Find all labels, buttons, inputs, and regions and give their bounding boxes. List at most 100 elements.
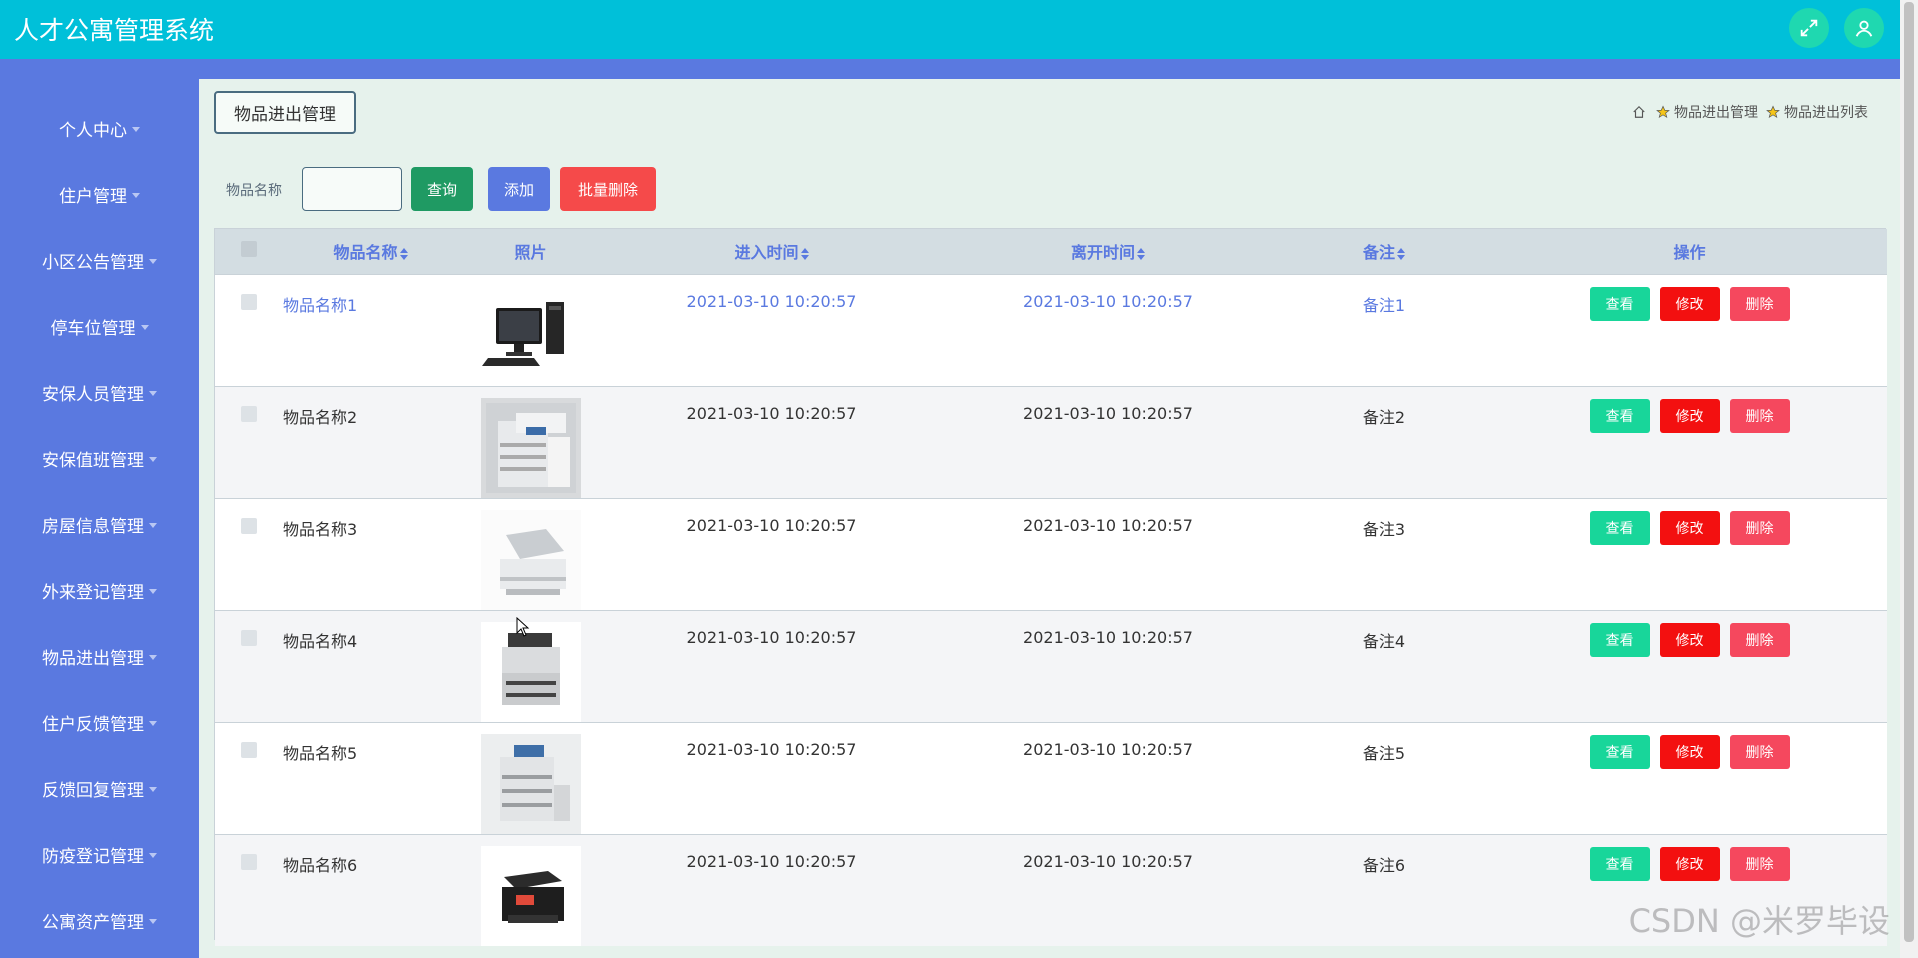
chevron-down-icon (140, 324, 149, 330)
sidebar-item-security-staff[interactable]: 安保人员管理 (0, 372, 199, 412)
query-button[interactable]: 查询 (411, 167, 473, 211)
sidebar-item-visitors[interactable]: 外来登记管理 (0, 570, 199, 610)
item-photo (480, 509, 581, 610)
chevron-down-icon (149, 654, 157, 660)
sidebar-item-label: 小区公告管理 (42, 252, 144, 273)
view-button[interactable]: 查看 (1589, 286, 1650, 321)
chevron-down-icon (149, 852, 157, 858)
sidebar-item-epidemic[interactable]: 防疫登记管理 (0, 834, 199, 874)
delete-button[interactable]: 删除 (1729, 286, 1790, 321)
leave-time: 2021-03-10 10:20:57 (1023, 739, 1193, 759)
sidebar-item-feedback[interactable]: 住户反馈管理 (0, 702, 199, 742)
edit-button[interactable]: 修改 (1659, 286, 1720, 321)
edit-button[interactable]: 修改 (1659, 734, 1720, 769)
breadcrumb-item: 物品进出列表 (1784, 105, 1868, 121)
sort-icon (1397, 247, 1405, 260)
add-button[interactable]: 添加 (488, 167, 550, 211)
row-checkbox[interactable] (241, 629, 257, 646)
row-checkbox[interactable] (241, 405, 257, 422)
search-input[interactable] (302, 167, 402, 211)
search-label: 物品名称 (226, 183, 282, 199)
delete-button[interactable]: 删除 (1729, 398, 1790, 433)
chevron-down-icon (149, 522, 157, 528)
sort-icon (399, 247, 408, 260)
row-checkbox[interactable] (241, 741, 257, 758)
leave-time: 2021-03-10 10:20:57 (1023, 515, 1193, 535)
note: 备注1 (1362, 295, 1406, 315)
edit-button[interactable]: 修改 (1659, 846, 1720, 881)
scrollbar-thumb[interactable] (1904, 2, 1914, 942)
sidebar-item-label: 公寓资产管理 (42, 912, 144, 933)
item-photo (480, 733, 581, 834)
breadcrumb-item[interactable]: 物品进出管理 (1674, 102, 1758, 122)
chevron-down-icon (149, 918, 157, 924)
chevron-down-icon (149, 588, 157, 594)
sidebar-item-label: 安保人员管理 (42, 384, 144, 405)
view-button[interactable]: 查看 (1589, 510, 1650, 545)
fullscreen-button[interactable] (1789, 8, 1829, 48)
sidebar-item-label: 住户反馈管理 (42, 714, 144, 735)
delete-button[interactable]: 删除 (1729, 734, 1790, 769)
sidebar-item-label: 停车位管理 (50, 318, 136, 339)
header-strip (0, 59, 1900, 79)
edit-button[interactable]: 修改 (1659, 510, 1720, 545)
item-name: 物品名称4 (283, 631, 358, 651)
sidebar-item-parking[interactable]: 停车位管理 (0, 306, 199, 346)
sidebar-item-label: 物品进出管理 (42, 648, 144, 669)
watermark: CSDN @米罗毕设 (1628, 902, 1890, 940)
view-button[interactable]: 查看 (1589, 622, 1650, 657)
view-button[interactable]: 查看 (1589, 398, 1650, 433)
sidebar-item-assets[interactable]: 公寓资产管理 (0, 900, 199, 940)
main-content: 物品进出管理 物品进出管理 物品进出列表 物品名称 查询 添加 批量删除 物品名… (199, 79, 1900, 958)
star-icon (1766, 105, 1780, 119)
top-header: 人才公寓管理系统 (0, 0, 1900, 59)
page-tag[interactable]: 物品进出管理 (214, 91, 356, 134)
sidebar-item-residents[interactable]: 住户管理 (0, 174, 199, 214)
data-table: 物品名称 照片 进入时间 离开时间 备注 操作 物品名称1 2021-03-10… (214, 228, 1887, 946)
sidebar-item-goods-inout[interactable]: 物品进出管理 (0, 636, 199, 676)
page-scrollbar[interactable] (1900, 0, 1918, 958)
enter-time: 2021-03-10 10:20:57 (686, 627, 857, 647)
column-header-leave-time[interactable]: 离开时间 (940, 229, 1276, 274)
edit-button[interactable]: 修改 (1659, 398, 1720, 433)
item-photo (480, 285, 581, 386)
breadcrumb: 物品进出管理 物品进出列表 (1632, 102, 1868, 122)
row-checkbox[interactable] (241, 293, 257, 310)
chevron-down-icon (149, 456, 157, 462)
home-icon[interactable] (1632, 105, 1646, 119)
select-all-cell (215, 229, 283, 274)
item-name: 物品名称3 (283, 519, 358, 539)
view-button[interactable]: 查看 (1589, 846, 1650, 881)
chevron-down-icon (149, 786, 157, 792)
mouse-cursor-icon (516, 616, 530, 641)
item-name: 物品名称2 (283, 407, 358, 427)
sidebar-item-label: 房屋信息管理 (42, 516, 144, 537)
batch-delete-button[interactable]: 批量删除 (560, 167, 656, 211)
column-header-enter-time[interactable]: 进入时间 (603, 229, 940, 274)
sidebar-item-personal-center[interactable]: 个人中心 (0, 108, 199, 148)
sidebar-item-security-duty[interactable]: 安保值班管理 (0, 438, 199, 478)
fullscreen-icon (1800, 19, 1818, 37)
edit-button[interactable]: 修改 (1659, 622, 1720, 657)
delete-button[interactable]: 删除 (1729, 510, 1790, 545)
sidebar-item-label: 安保值班管理 (42, 450, 144, 471)
sidebar-item-label: 防疫登记管理 (42, 846, 144, 867)
chevron-down-icon (149, 390, 157, 396)
column-header-note[interactable]: 备注 (1276, 229, 1492, 274)
table-row: 物品名称3 2021-03-10 10:20:57 2021-03-10 10:… (215, 498, 1887, 610)
note: 备注6 (1362, 855, 1406, 875)
sidebar-item-housing[interactable]: 房屋信息管理 (0, 504, 199, 544)
select-all-checkbox[interactable] (241, 241, 257, 258)
column-header-name[interactable]: 物品名称 (283, 229, 458, 274)
sidebar-item-announcements[interactable]: 小区公告管理 (0, 240, 199, 280)
star-icon (1656, 105, 1670, 119)
view-button[interactable]: 查看 (1589, 734, 1650, 769)
sidebar-item-feedback-reply[interactable]: 反馈回复管理 (0, 768, 199, 808)
user-button[interactable] (1844, 8, 1884, 48)
note: 备注4 (1362, 631, 1406, 651)
row-checkbox[interactable] (241, 517, 257, 534)
enter-time: 2021-03-10 10:20:57 (686, 739, 857, 759)
row-checkbox[interactable] (241, 853, 257, 870)
delete-button[interactable]: 删除 (1729, 846, 1790, 881)
delete-button[interactable]: 删除 (1729, 622, 1790, 657)
